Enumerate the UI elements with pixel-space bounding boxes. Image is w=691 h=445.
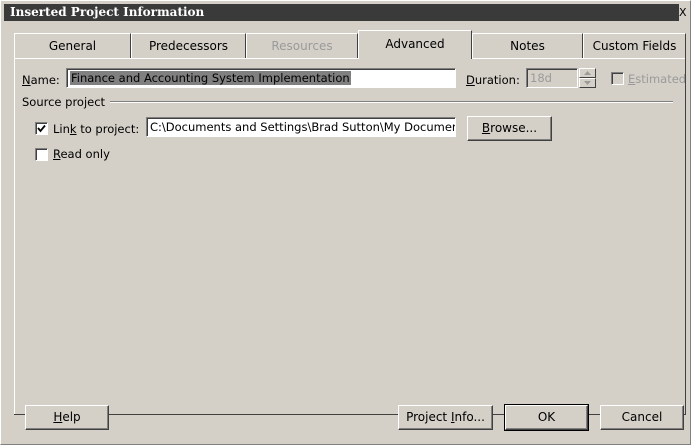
spin-down-icon[interactable] xyxy=(579,78,596,88)
name-input-value: Finance and Accounting System Implementa… xyxy=(70,71,351,85)
tab-notes[interactable]: Notes xyxy=(472,33,583,58)
tab-resources[interactable]: Resources xyxy=(246,33,358,58)
tab-strip: General Predecessors Resources Advanced … xyxy=(14,30,686,59)
name-label: Name: xyxy=(22,73,60,87)
link-to-project-checkbox[interactable] xyxy=(35,122,48,135)
tab-panel-right-border xyxy=(685,58,686,414)
source-project-divider xyxy=(110,101,673,103)
tab-advanced[interactable]: Advanced xyxy=(358,30,472,59)
project-path-input[interactable]: C:\Documents and Settings\Brad Sutton\My… xyxy=(146,117,456,137)
checkmark-icon xyxy=(37,124,46,133)
tab-panel-top-border xyxy=(14,58,686,59)
source-project-group-label: Source project xyxy=(22,95,106,109)
tab-general[interactable]: General xyxy=(14,33,131,58)
help-button[interactable]: Help xyxy=(25,405,109,430)
window-title: Inserted Project Information xyxy=(10,5,205,19)
link-to-project-label: Link to project: xyxy=(53,122,140,136)
cancel-button[interactable]: Cancel xyxy=(600,405,684,430)
duration-label: Duration: xyxy=(466,73,520,87)
estimated-label: Estimated xyxy=(628,72,687,86)
project-info-button[interactable]: Project Info... xyxy=(398,405,493,430)
tab-custom-fields[interactable]: Custom Fields xyxy=(583,33,686,58)
title-bar[interactable]: Inserted Project Information X xyxy=(4,4,687,21)
tab-predecessors[interactable]: Predecessors xyxy=(131,33,246,58)
close-icon[interactable]: X xyxy=(679,4,687,21)
name-input[interactable]: Finance and Accounting System Implementa… xyxy=(66,68,456,88)
read-only-checkbox[interactable] xyxy=(35,148,48,161)
tab-panel-left-border xyxy=(14,58,15,414)
duration-input[interactable]: 18d xyxy=(526,68,578,88)
duration-spinner[interactable] xyxy=(579,68,596,88)
estimated-checkbox[interactable] xyxy=(611,72,624,85)
spin-up-icon[interactable] xyxy=(579,68,596,78)
ok-button[interactable]: OK xyxy=(504,404,589,431)
inserted-project-dialog: Inserted Project Information X xyxy=(0,0,691,445)
browse-button[interactable]: Browse... xyxy=(467,116,552,141)
read-only-label: Read only xyxy=(53,147,110,161)
